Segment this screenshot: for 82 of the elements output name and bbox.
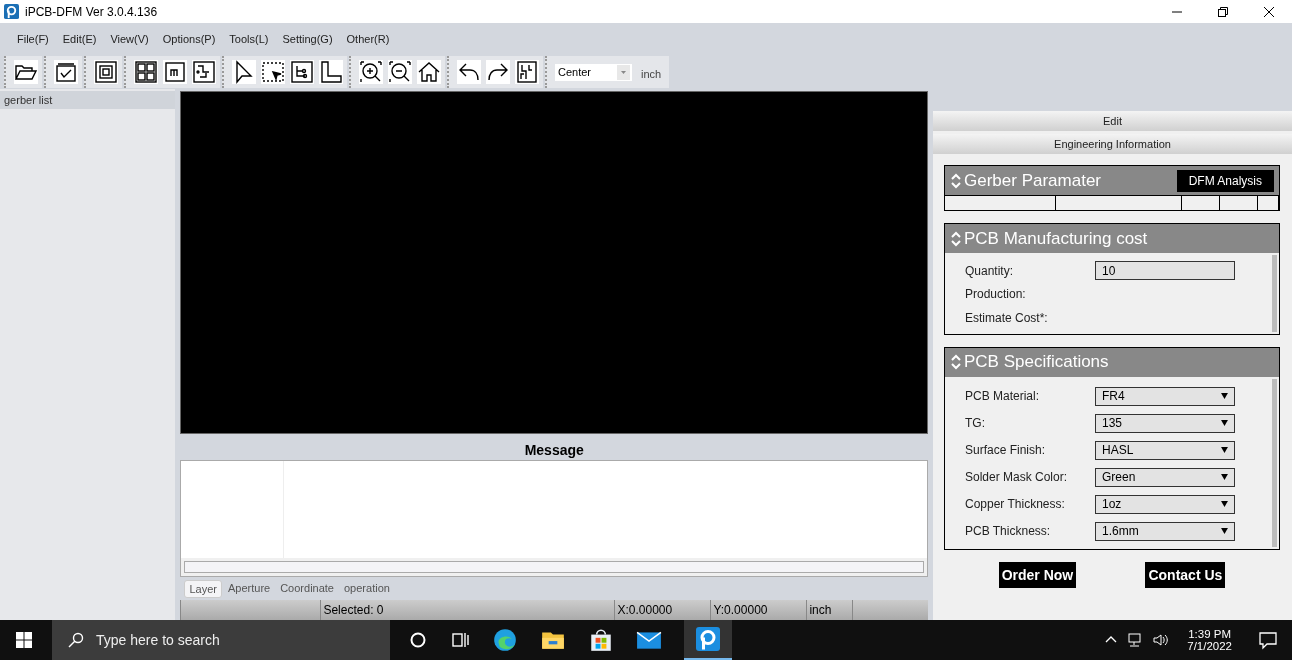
circuit-icon[interactable]: [192, 60, 216, 84]
dropdown-arrow-icon[interactable]: [1221, 447, 1228, 453]
clock-time[interactable]: 1:39 PM: [1188, 628, 1232, 640]
menu-item[interactable]: Setting(G): [282, 33, 340, 45]
pointer-icon[interactable]: [232, 60, 256, 84]
dropdown-arrow-icon[interactable]: [1221, 501, 1228, 507]
menu-item[interactable]: Other(R): [346, 33, 397, 45]
panel-header: gerber list: [0, 91, 176, 109]
taskbar-app-button[interactable]: [684, 620, 732, 660]
field-label: Estimate Cost*:: [965, 310, 1049, 325]
tab[interactable]: Layer: [184, 580, 222, 599]
clock-date[interactable]: 7/1/2022: [1187, 640, 1232, 652]
dropdown[interactable]: 1oz: [1095, 494, 1235, 514]
collapse-icon[interactable]: [950, 172, 962, 189]
dropdown-arrow-icon[interactable]: [1221, 420, 1228, 426]
tab[interactable]: operation: [340, 580, 394, 599]
network-icon[interactable]: [1127, 632, 1144, 648]
node-icon[interactable]: [290, 60, 314, 84]
taskbar-search-field[interactable]: Type here to search: [52, 620, 390, 660]
field-label: Production:: [965, 287, 1027, 302]
circle-icon[interactable]: [408, 630, 428, 650]
scrollbar[interactable]: [1272, 255, 1277, 332]
board-icon[interactable]: [515, 60, 539, 84]
dropdown[interactable]: Green: [1095, 467, 1235, 487]
grid-icon[interactable]: [134, 60, 158, 84]
open-folder-icon[interactable]: [14, 60, 38, 84]
action-button[interactable]: Contact Us: [1145, 561, 1226, 588]
checklist-icon[interactable]: [54, 60, 78, 84]
app-logo-icon: [4, 4, 19, 19]
tab[interactable]: Coordinate: [276, 580, 338, 599]
dfm-analysis-button[interactable]: DFM Analysis: [1176, 169, 1274, 192]
zoom-in-icon[interactable]: [359, 60, 383, 84]
ruler-icon[interactable]: [319, 60, 343, 84]
speaker-icon[interactable]: [1153, 632, 1170, 648]
select-icon[interactable]: [261, 60, 285, 84]
message-title: Message: [523, 440, 585, 460]
field-label: Solder Mask Color:: [965, 470, 1069, 484]
dropdown[interactable]: HASL: [1095, 440, 1235, 460]
task-view-icon[interactable]: [450, 630, 470, 650]
zoom-out-icon[interactable]: [388, 60, 412, 84]
collapse-icon[interactable]: [950, 354, 962, 370]
scrollbar[interactable]: [184, 561, 924, 574]
browser-icon[interactable]: [492, 627, 518, 653]
notification-icon[interactable]: [1258, 630, 1278, 650]
menu-item[interactable]: View(V): [110, 33, 156, 45]
search-icon: [68, 632, 84, 648]
scrollbar[interactable]: [1272, 378, 1277, 547]
dropdown[interactable]: 135: [1095, 413, 1235, 433]
close-icon[interactable]: [1264, 6, 1274, 17]
action-button[interactable]: Order Now: [998, 561, 1077, 588]
menu-item[interactable]: Tools(L): [229, 33, 276, 45]
redo-icon[interactable]: [486, 60, 510, 84]
undo-icon[interactable]: [457, 60, 481, 84]
field-label: Quantity:: [965, 263, 1015, 278]
menu-item[interactable]: Edit(E): [62, 33, 104, 45]
collapse-icon[interactable]: [950, 230, 962, 247]
quantity-field[interactable]: 10: [1095, 261, 1235, 281]
field-label: PCB Material:: [965, 389, 1041, 403]
origin-dropdown[interactable]: Center: [555, 63, 632, 81]
maximize-icon[interactable]: [1218, 6, 1228, 17]
field-label: PCB Thickness:: [965, 524, 1052, 538]
dropdown[interactable]: 1.6mm: [1095, 521, 1235, 541]
dropdown-arrow-icon[interactable]: [1221, 474, 1228, 480]
section-title[interactable]: Gerber Paramater: [950, 170, 1101, 191]
dropdown-arrow-icon[interactable]: [1221, 528, 1228, 534]
section-bar[interactable]: Engineering Information: [933, 134, 1292, 154]
window-title: iPCB-DFM Ver 3.0.4.136: [25, 4, 158, 19]
start-icon[interactable]: [16, 632, 32, 648]
app-logo-icon: [696, 627, 720, 651]
dropdown-arrow-icon[interactable]: [1221, 393, 1228, 399]
menu-item[interactable]: File(F): [17, 33, 56, 45]
area-icon[interactable]: [163, 60, 187, 84]
dropdown[interactable]: FR4: [1095, 386, 1235, 406]
chip-icon[interactable]: [94, 60, 118, 84]
unit-label: inch: [640, 67, 663, 80]
field-label: Surface Finish:: [965, 443, 1047, 457]
tab[interactable]: Aperture: [223, 580, 275, 599]
home-icon[interactable]: [417, 60, 441, 84]
field-label: Copper Thickness:: [965, 497, 1066, 511]
store-icon[interactable]: [588, 627, 614, 653]
menu-item[interactable]: Options(P): [162, 33, 223, 45]
field-label: TG:: [965, 416, 986, 430]
